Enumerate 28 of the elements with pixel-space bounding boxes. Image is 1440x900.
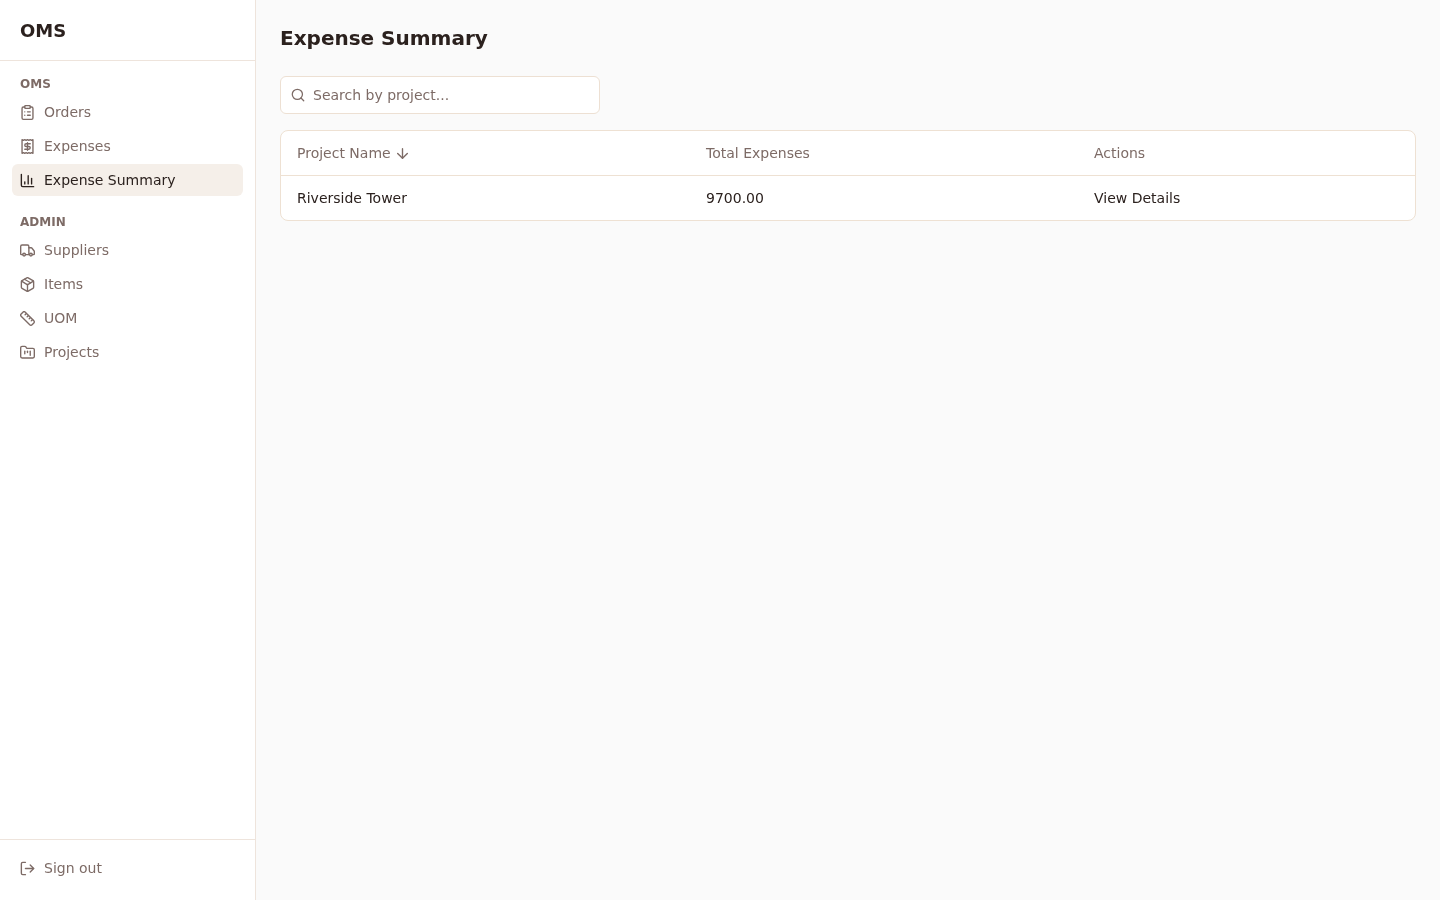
column-header-button[interactable]: Project Name [297,145,408,161]
box-icon [20,276,35,292]
app-logo-text: OMS [20,19,67,41]
receipt-icon [20,138,35,154]
nav-item[interactable]: UOM [12,302,243,334]
nav-item[interactable]: Orders [12,96,243,128]
view-details-link[interactable]: View Details [1094,190,1181,206]
nav-item[interactable]: Expense Summary [12,164,243,196]
sign-out-button[interactable]: Sign out [12,852,243,884]
nav-item[interactable]: Suppliers [12,234,243,266]
column-header-button[interactable]: Actions [1094,145,1146,161]
nav-item[interactable]: Expenses [12,130,243,162]
ruler-icon [20,310,35,326]
section-heading: OMS [20,76,51,92]
bar-chart-icon [20,172,35,188]
search-field[interactable]: Search by project... [280,76,600,114]
logout-icon [20,860,35,876]
column-header-button[interactable]: Total Expenses [706,145,810,161]
table-cell-text: 9700.00 [705,190,765,206]
page-title: Expense Summary [280,25,488,52]
truck-icon [20,242,35,258]
clipboard-icon [20,104,35,120]
nav-item[interactable]: Projects [12,336,243,368]
nav-item[interactable]: Items [12,268,243,300]
table-cell-text: Riverside Tower [296,190,408,206]
folder-icon [20,344,35,360]
section-heading: ADMIN [20,214,66,230]
search-icon [291,88,305,102]
